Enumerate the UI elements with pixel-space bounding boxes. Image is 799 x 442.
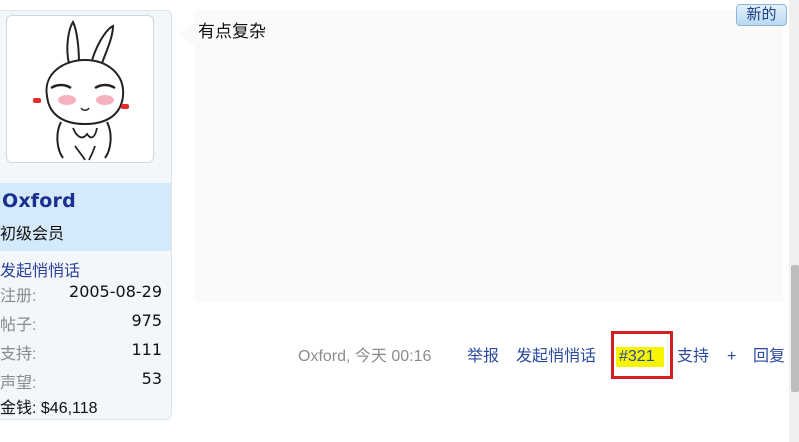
- username[interactable]: Oxford: [2, 190, 76, 212]
- send-pm-link[interactable]: 发起悄悄话: [0, 257, 80, 281]
- reply-link[interactable]: 回复: [753, 346, 785, 368]
- report-link[interactable]: 举报: [467, 346, 499, 368]
- bubble-arrow: [178, 22, 195, 46]
- like-link[interactable]: 支持: [677, 346, 709, 368]
- send-pm-footer-link[interactable]: 发起悄悄话: [516, 346, 596, 368]
- stat-row-posts: 帖子: 975: [0, 311, 162, 335]
- plus-link[interactable]: +: [727, 346, 736, 368]
- post-content-area: [195, 10, 783, 302]
- stat-label: 声望:: [0, 375, 37, 392]
- stat-label: 帖子:: [0, 317, 37, 334]
- stat-label: 支持:: [0, 346, 37, 363]
- post-time: 今天 00:16: [354, 348, 432, 365]
- stat-row-joined: 注册: 2005-08-29: [0, 282, 162, 306]
- money-label: 金钱:: [0, 400, 37, 417]
- stat-value: 2005-08-29: [69, 282, 162, 301]
- post-message: 有点复杂: [198, 22, 266, 41]
- stat-row-reputation: 声望: 53: [0, 369, 162, 393]
- post-meta: Oxford, 今天 00:16: [298, 346, 431, 368]
- rabbit-avatar-icon: [33, 20, 129, 161]
- new-post-badge: 新的: [736, 4, 787, 26]
- stat-value: 975: [131, 311, 162, 330]
- post-number-link[interactable]: #321: [619, 346, 655, 368]
- stat-label: 注册:: [0, 288, 37, 305]
- money-value: $46,118: [40, 400, 98, 417]
- stat-value: 111: [131, 340, 162, 359]
- post-author: Oxford: [298, 348, 347, 365]
- money-row: 金钱: $46,118: [0, 394, 98, 418]
- avatar[interactable]: [6, 15, 154, 163]
- stat-row-likes: 支持: 111: [0, 340, 162, 364]
- user-title: 初级会员: [0, 226, 65, 243]
- scrollbar-thumb[interactable]: [791, 265, 799, 392]
- meta-separator: ,: [346, 348, 355, 365]
- stat-value: 53: [141, 369, 162, 388]
